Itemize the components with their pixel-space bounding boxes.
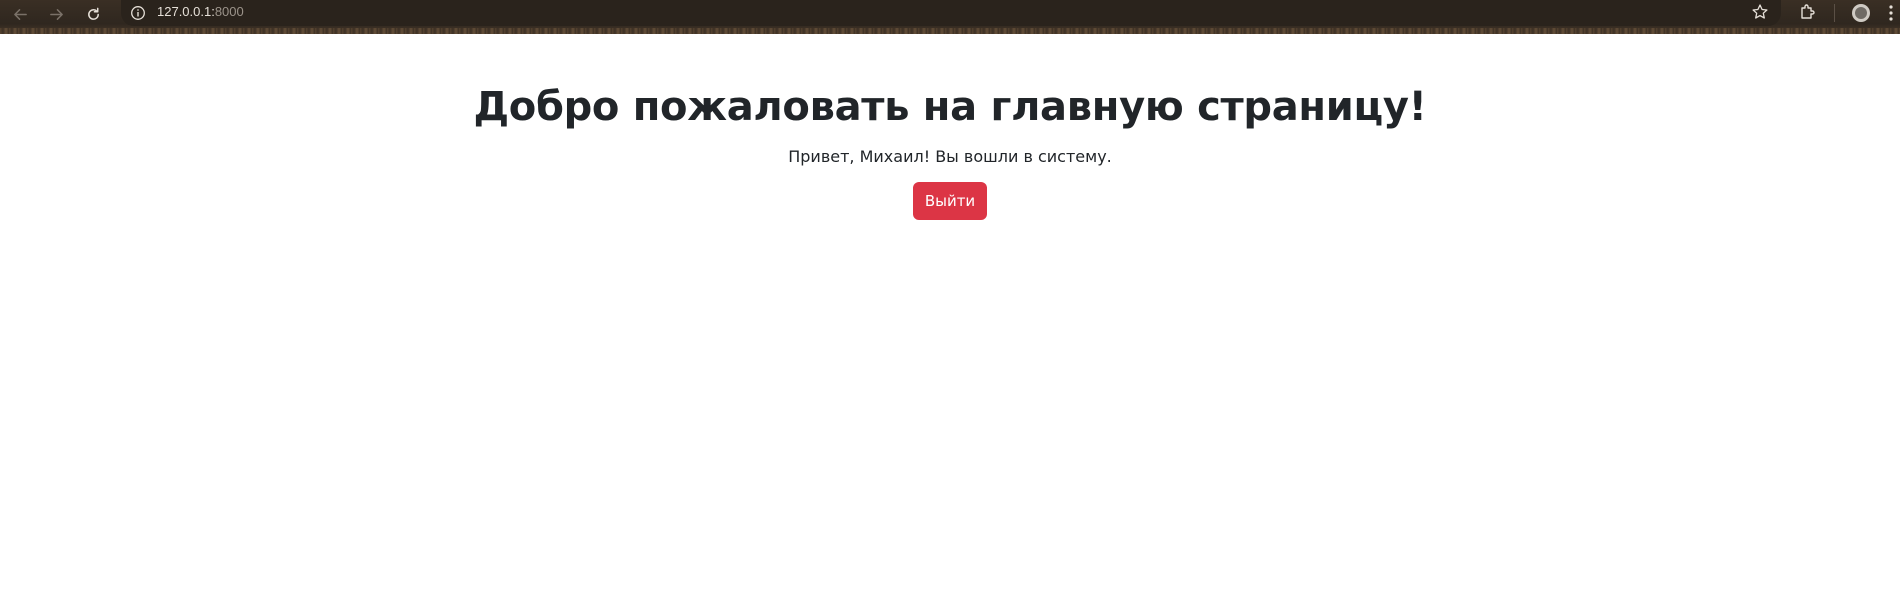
arrow-left-icon: [13, 8, 27, 20]
avatar-inner: [1855, 7, 1867, 19]
page-title: Добро пожаловать на главную страницу!: [473, 84, 1427, 130]
browser-toolbar: 127.0.0.1:8000: [0, 0, 1900, 34]
url-port: 8000: [214, 4, 244, 19]
address-bar[interactable]: 127.0.0.1:8000: [121, 0, 1781, 26]
profile-avatar[interactable]: [1852, 4, 1870, 22]
star-icon[interactable]: [1751, 3, 1769, 21]
info-icon[interactable]: [130, 5, 146, 21]
url-text[interactable]: 127.0.0.1:8000: [157, 4, 244, 19]
url-host: 127.0.0.1:: [157, 4, 215, 19]
back-button[interactable]: [9, 3, 31, 25]
reload-button[interactable]: [82, 3, 104, 25]
puzzle-icon[interactable]: [1798, 2, 1818, 22]
logout-button[interactable]: Выйти: [912, 182, 988, 220]
reload-icon: [87, 7, 99, 20]
main-content: Добро пожаловать на главную страницу! Пр…: [0, 34, 1900, 220]
forward-button[interactable]: [45, 3, 67, 25]
kebab-menu-icon[interactable]: [1888, 3, 1894, 23]
toolbar-divider: [1834, 4, 1835, 22]
greeting-text: Привет, Михаил! Вы вошли в систему.: [788, 147, 1112, 166]
arrow-right-icon: [49, 8, 63, 20]
